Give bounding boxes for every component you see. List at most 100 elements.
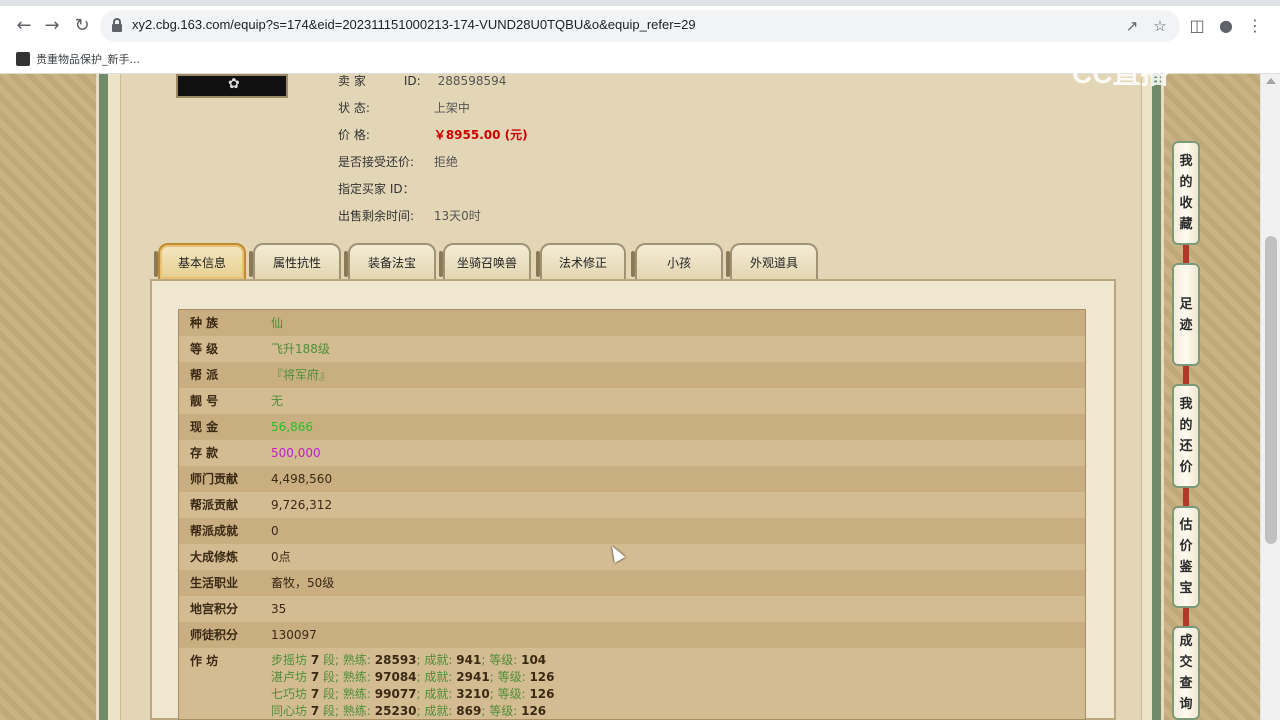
price-value: ￥8955.00 (元): [433, 128, 528, 142]
tab-appearance[interactable]: 外观道具: [726, 243, 818, 279]
cultivation-value: 0点: [271, 550, 291, 564]
counter-offer-label: 是否接受还价:: [338, 155, 415, 169]
sidebar-favorites-button[interactable]: 我的收藏: [1172, 141, 1200, 245]
row-label: 现 金: [190, 420, 219, 434]
lock-icon: [112, 18, 122, 32]
navigation-bar: ← → ↻ xy2.cbg.163.com/equip?s=174&eid=20…: [0, 8, 1280, 44]
vanity-id-value: 无: [271, 394, 284, 408]
dungeon-points-value: 35: [271, 602, 287, 616]
sidebar-rail: [1183, 366, 1189, 384]
star-icon[interactable]: ☆: [1150, 16, 1170, 36]
share-icon[interactable]: ↗: [1122, 16, 1142, 36]
sidebar-appraisal-button[interactable]: 估价鉴宝: [1172, 506, 1200, 608]
designated-buyer-label: 指定买家 ID：: [338, 182, 415, 196]
remaining-time-row: 出售剩余时间: 13天0时: [338, 207, 481, 224]
row-label: 师徒积分: [190, 628, 239, 642]
tab-strip: [0, 0, 1280, 6]
frame-border-left: [96, 74, 108, 720]
address-bar[interactable]: xy2.cbg.163.com/equip?s=174&eid=20231115…: [100, 10, 1180, 42]
sidebar-my-offers-button[interactable]: 我的还价: [1172, 384, 1200, 488]
sidebar-rail: [1183, 245, 1189, 263]
sect-contribution-value: 4,498,560: [271, 472, 333, 486]
workshop-line: 七巧坊 7 段; 熟练: 99077; 成就: 3210; 等级: 126: [271, 687, 555, 701]
table-row: 帮 派 『将军府』: [179, 362, 1085, 388]
page-scrollbar[interactable]: [1260, 74, 1280, 720]
sidebar-history-button[interactable]: 足迹: [1172, 263, 1200, 366]
reload-icon[interactable]: ↻: [70, 14, 94, 38]
mentor-points-value: 130097: [271, 628, 317, 642]
thumbnail-figure-icon: ✿: [228, 76, 240, 92]
level-value: 飞升188级: [271, 342, 330, 356]
table-row: 现 金 56,866: [179, 414, 1085, 440]
tab-mounts-pets[interactable]: 坐骑召唤兽: [439, 243, 531, 279]
row-label: 大成修炼: [190, 550, 239, 564]
seller-row: 卖 家 ID: 288598594: [338, 72, 506, 89]
stream-watermark: CC直播: [1072, 58, 1169, 89]
seller-id: 288598594: [437, 74, 507, 88]
table-row: 大成修炼 0点: [179, 544, 1085, 570]
tab-basic-info[interactable]: 基本信息: [154, 243, 246, 279]
table-row: 帮派贡献 9,726,312: [179, 492, 1085, 518]
row-label: 帮派成就: [190, 524, 239, 538]
price-row: 价 格: ￥8955.00 (元): [338, 126, 528, 143]
workshop-line: 湛卢坊 7 段; 熟练: 97084; 成就: 2941; 等级: 126: [271, 670, 555, 684]
sidebar-rail: [1183, 608, 1189, 626]
row-label: 种 族: [190, 316, 219, 330]
table-row: 帮派成就 0: [179, 518, 1085, 544]
scroll-thumb[interactable]: [1265, 236, 1277, 544]
row-label: 靓 号: [190, 394, 219, 408]
status-label: 状 态:: [338, 101, 370, 115]
status-row: 状 态: 上架中: [338, 99, 470, 116]
deposit-value: 500,000: [271, 446, 321, 460]
frame-border-right: [1152, 74, 1164, 720]
basic-info-table: 种 族 仙 等 级 飞升188级 帮 派 『将军府』 靓 号 无 现 金 56,866 存…: [178, 309, 1086, 720]
table-row: 地宫积分 35: [179, 596, 1085, 622]
table-row: 等 级 飞升188级: [179, 336, 1085, 362]
menu-icon[interactable]: ⋮: [1243, 14, 1267, 38]
life-skill-value: 畜牧，50级: [271, 576, 335, 590]
workshop-line: 同心坊 7 段; 熟练: 25230; 成就: 869; 等级: 126: [271, 704, 547, 718]
side-panel-icon[interactable]: ◫: [1185, 14, 1209, 38]
tab-equipment[interactable]: 装备法宝: [344, 243, 436, 279]
workshop-list: 步摇坊 7 段; 熟练: 28593; 成就: 941; 等级: 104 湛卢坊…: [271, 652, 555, 719]
url-text[interactable]: xy2.cbg.163.com/equip?s=174&eid=20231115…: [132, 17, 696, 32]
row-label: 帮派贡献: [190, 498, 239, 512]
seller-label: 卖 家: [338, 74, 366, 88]
tab-spell-modifiers[interactable]: 法术修正: [536, 243, 626, 279]
scroll-up-icon[interactable]: [1266, 78, 1276, 84]
tab-attributes[interactable]: 属性抗性: [249, 243, 341, 279]
row-label: 生活职业: [190, 576, 239, 590]
tab-children[interactable]: 小孩: [631, 243, 723, 279]
race-value: 仙: [271, 316, 284, 330]
row-label: 存 款: [190, 446, 219, 460]
sidebar-rail: [1183, 488, 1189, 506]
price-label: 价 格:: [338, 128, 370, 142]
row-label: 地宫积分: [190, 602, 239, 616]
bookmark-item[interactable]: 贵重物品保护_新手...: [16, 50, 140, 68]
back-icon[interactable]: ←: [12, 14, 36, 38]
profile-icon[interactable]: ●: [1214, 14, 1238, 38]
bookmark-favicon-icon: [16, 52, 30, 66]
counter-offer-row: 是否接受还价: 拒绝: [338, 153, 458, 170]
guild-contribution-value: 9,726,312: [271, 498, 333, 512]
row-label: 等 级: [190, 342, 219, 356]
guild-value: 『将军府』: [271, 368, 332, 382]
remaining-time-value: 13天0时: [433, 209, 481, 223]
table-row: 师徒积分 130097: [179, 622, 1085, 648]
counter-offer-value: 拒绝: [433, 155, 458, 169]
designated-buyer-row: 指定买家 ID：: [338, 180, 430, 197]
forward-icon[interactable]: →: [40, 14, 64, 38]
table-row: 生活职业 畜牧，50级: [179, 570, 1085, 596]
seller-id-label: ID:: [403, 74, 421, 88]
workshop-row: 作 坊 步摇坊 7 段; 熟练: 28593; 成就: 941; 等级: 104…: [179, 648, 1085, 719]
table-row: 靓 号无: [179, 388, 1085, 414]
guild-achievement-value: 0: [271, 524, 279, 538]
sidebar-transactions-button[interactable]: 成交查询: [1172, 626, 1200, 720]
row-label: 师门贡献: [190, 472, 239, 486]
bookmark-label[interactable]: 贵重物品保护_新手...: [36, 51, 140, 67]
row-label: 帮 派: [190, 368, 219, 382]
table-row: 存 款 500,000: [179, 440, 1085, 466]
table-row: 种 族仙: [179, 310, 1085, 336]
workshop-line: 步摇坊 7 段; 熟练: 28593; 成就: 941; 等级: 104: [271, 653, 547, 667]
cash-value: 56,866: [271, 420, 313, 434]
